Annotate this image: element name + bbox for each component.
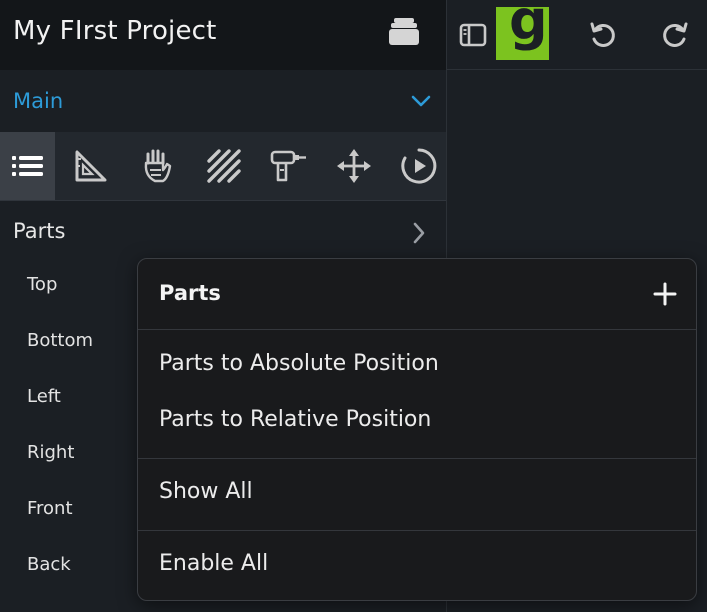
logo-letter: g <box>509 7 548 52</box>
menu-header: Parts <box>138 259 696 330</box>
menu-item-show-all[interactable]: Show All <box>159 479 253 504</box>
menu-item-relative-position[interactable]: Parts to Relative Position <box>159 407 431 432</box>
view-item-right[interactable]: Right <box>27 442 74 463</box>
move-icon[interactable] <box>326 132 381 200</box>
view-item-bottom[interactable]: Bottom <box>27 330 93 351</box>
top-toolbar: g <box>447 0 707 70</box>
section-label: Main <box>13 89 64 113</box>
chevron-down-icon[interactable] <box>408 90 434 112</box>
view-item-left[interactable]: Left <box>27 386 61 407</box>
hand-icon[interactable] <box>130 132 185 200</box>
menu-item-absolute-position[interactable]: Parts to Absolute Position <box>159 351 439 376</box>
app-logo: g <box>496 7 549 60</box>
toolbar-divider <box>0 200 446 201</box>
hatch-icon[interactable] <box>196 132 251 200</box>
project-title[interactable]: My FIrst Project <box>13 16 217 46</box>
menu-title: Parts <box>159 281 221 305</box>
menu-divider <box>138 530 696 531</box>
sidebar-toggle-icon[interactable] <box>455 17 491 53</box>
title-bar: My FIrst Project <box>0 0 446 70</box>
undo-icon[interactable] <box>585 17 621 53</box>
set-square-icon[interactable] <box>63 132 118 200</box>
plus-icon[interactable] <box>653 282 677 306</box>
redo-icon[interactable] <box>657 17 693 53</box>
parts-heading[interactable]: Parts <box>13 219 65 243</box>
menu-divider <box>138 458 696 459</box>
view-item-top[interactable]: Top <box>27 274 57 295</box>
list-icon[interactable] <box>0 132 55 200</box>
drill-icon[interactable] <box>261 132 316 200</box>
view-item-back[interactable]: Back <box>27 554 71 575</box>
play-icon[interactable] <box>391 132 446 200</box>
chevron-right-icon[interactable] <box>410 220 428 246</box>
layers-icon[interactable] <box>386 14 422 50</box>
view-item-front[interactable]: Front <box>27 498 73 519</box>
menu-item-enable-all[interactable]: Enable All <box>159 551 268 576</box>
section-selector[interactable]: Main <box>0 70 446 132</box>
tool-bar <box>0 132 446 200</box>
parts-context-menu: Parts Parts to Absolute Position Parts t… <box>137 258 697 601</box>
